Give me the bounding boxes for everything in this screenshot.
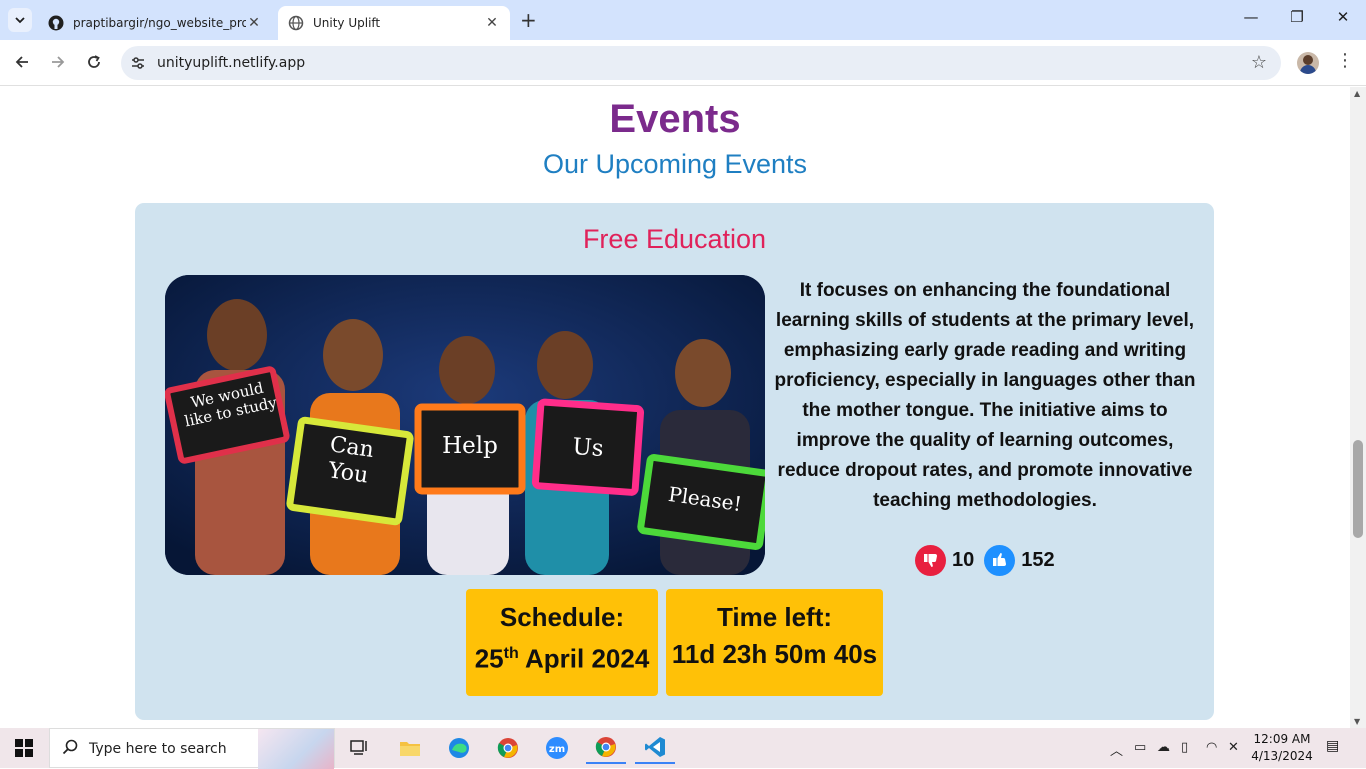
browser-tab-bar: praptibargir/ngo_website_proje ✕ Unity U… (0, 0, 1366, 40)
scroll-down-icon[interactable]: ▼ (1354, 717, 1360, 726)
close-tab-icon[interactable]: ✕ (246, 15, 262, 31)
chevron-down-icon (15, 17, 25, 24)
tab-title: praptibargir/ngo_website_proje (73, 16, 246, 30)
chrome-icon[interactable] (488, 732, 528, 764)
reload-icon (88, 55, 100, 68)
taskbar-search[interactable]: Type here to search (49, 728, 335, 769)
close-window-button[interactable]: ✕ (1320, 8, 1366, 26)
time-left-box: Time left: 11d 23h 50m 40s (666, 589, 883, 696)
page-subtitle: Our Upcoming Events (542, 149, 808, 179)
event-description: It focuses on enhancing the foundational… (774, 280, 1196, 511)
event-image: We would like to study Can You Help Us P… (165, 275, 765, 575)
reload-button[interactable] (82, 50, 106, 74)
start-button[interactable] (0, 728, 48, 768)
meet-now-icon[interactable]: ▭ (1134, 740, 1146, 755)
scrollbar-thumb[interactable] (1353, 440, 1363, 538)
thumbs-up-icon (992, 553, 1006, 566)
search-icon (62, 739, 78, 759)
arrow-right-icon (52, 56, 65, 68)
close-tab-icon[interactable]: ✕ (484, 15, 500, 31)
page-viewport: Events Our Upcoming Events Free Educatio… (0, 87, 1366, 728)
svg-text:zm: zm (549, 744, 565, 755)
github-icon (48, 15, 64, 31)
slate-text-3: Help (442, 433, 498, 459)
time-left-label: Time left: (716, 602, 833, 632)
thumbs-down-icon (923, 554, 937, 567)
globe-icon (288, 15, 304, 31)
tab-github[interactable]: praptibargir/ngo_website_proje ✕ (38, 6, 272, 40)
search-placeholder: Type here to search (89, 741, 227, 757)
restore-button[interactable]: ❐ (1274, 8, 1320, 26)
url-text: unityuplift.netlify.app (157, 55, 306, 71)
dislike-button[interactable] (915, 544, 946, 576)
forward-button[interactable] (46, 50, 70, 74)
page-scrollbar[interactable]: ▲ ▼ (1350, 87, 1366, 728)
zoom-icon[interactable]: zm (537, 732, 577, 764)
browser-toolbar: unityuplift.netlify.app ☆ ⋮ (0, 40, 1366, 86)
minimize-button[interactable]: — (1228, 8, 1274, 26)
search-highlight-image (258, 729, 334, 769)
volume-muted-icon[interactable]: ✕ (1228, 740, 1239, 755)
new-tab-button[interactable]: + (520, 10, 537, 30)
tab-unity-uplift[interactable]: Unity Uplift ✕ (278, 6, 510, 40)
wifi-icon[interactable]: ◠ (1206, 740, 1217, 755)
schedule-month-year: April 2024 (518, 643, 650, 674)
like-count: 152 (1021, 548, 1055, 571)
schedule-suffix: th (503, 645, 519, 662)
windows-taskbar: Type here to search zm ︿ ▭ ☁ ▯ ◠ ✕ 12:09… (0, 728, 1366, 769)
scroll-up-icon[interactable]: ▲ (1354, 89, 1360, 98)
system-clock[interactable]: 12:09 AM 4/13/2024 (1242, 731, 1322, 765)
schedule-day: 25 (474, 643, 504, 674)
like-button[interactable] (984, 544, 1016, 576)
file-explorer-icon[interactable] (390, 732, 430, 764)
page-title: Events (609, 97, 741, 141)
reaction-bar: 10 152 (915, 543, 1055, 577)
site-settings-icon[interactable] (129, 54, 147, 72)
tab-search-button[interactable] (8, 8, 32, 32)
event-title: Free Education (582, 224, 767, 254)
schedule-box: Schedule: 25th April 2024 (466, 589, 658, 696)
windows-logo-icon (15, 739, 33, 757)
chrome-active-icon[interactable] (586, 732, 626, 764)
clock-time: 12:09 AM (1253, 732, 1311, 746)
address-bar[interactable]: unityuplift.netlify.app ☆ (121, 46, 1281, 80)
bookmark-star-icon[interactable]: ☆ (1251, 52, 1267, 73)
schedule-date: 25th April 2024 (466, 637, 658, 676)
task-view-icon[interactable] (340, 732, 380, 764)
back-button[interactable] (10, 50, 34, 74)
time-left-value: 11d 23h 50m 40s (671, 639, 878, 669)
onedrive-cloud-icon[interactable]: ☁ (1157, 740, 1170, 755)
event-card: Free Education We would like to study Ca… (135, 203, 1214, 720)
slate-text-2: Can You (326, 432, 376, 489)
clock-date: 4/13/2024 (1251, 749, 1313, 763)
tab-title: Unity Uplift (313, 16, 381, 30)
battery-icon[interactable]: ▯ (1181, 740, 1188, 755)
arrow-left-icon (15, 56, 28, 68)
schedule-label: Schedule: (499, 602, 625, 632)
profile-avatar[interactable] (1297, 52, 1319, 74)
notification-icon[interactable]: ▤ (1326, 738, 1339, 754)
browser-menu-icon[interactable]: ⋮ (1336, 50, 1354, 71)
edge-browser-icon[interactable] (439, 732, 479, 764)
show-hidden-icons-icon[interactable]: ︿ (1110, 740, 1123, 759)
dislike-count: 10 (952, 548, 975, 571)
vscode-icon[interactable] (635, 732, 675, 764)
